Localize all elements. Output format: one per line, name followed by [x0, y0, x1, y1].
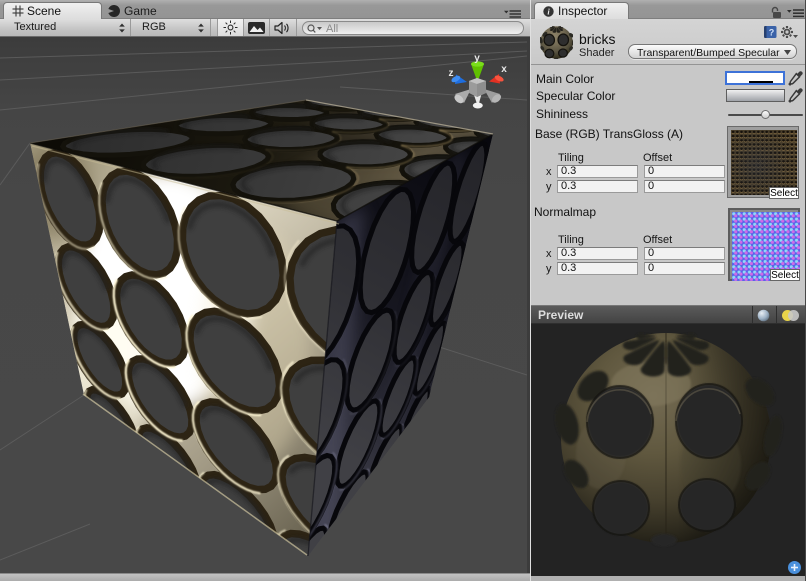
svg-text:z: z [449, 68, 454, 79]
svg-text:?: ? [769, 28, 775, 38]
svg-text:x: x [501, 64, 507, 75]
svg-text:y: y [474, 53, 480, 64]
